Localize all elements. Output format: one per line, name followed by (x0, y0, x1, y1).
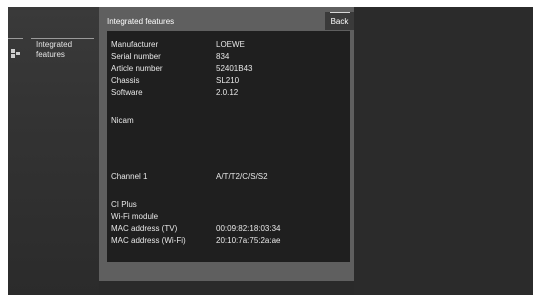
back-button[interactable]: Back (325, 12, 354, 30)
info-key: Serial number (111, 52, 161, 61)
info-key: Manufacturer (111, 40, 159, 49)
panel-title: Integrated features (107, 17, 175, 26)
info-key: CI Plus (111, 200, 137, 209)
info-value: 834 (216, 52, 230, 61)
info-key: MAC address (TV) (111, 224, 178, 233)
integrated-features-panel: Integrated features Back Manufacturer LO… (99, 7, 354, 281)
sidebar-divider (31, 38, 94, 39)
info-key: Article number (111, 64, 163, 73)
list-icon (11, 49, 27, 59)
background-fill (354, 7, 533, 295)
sidebar-divider-left (8, 38, 23, 39)
sidebar-item-integrated-features[interactable]: Integrated features (36, 40, 98, 60)
info-key: Wi-Fi module (111, 212, 159, 221)
info-value: 20:10:7a:75:2a:ae (216, 236, 281, 245)
info-key: Channel 1 (111, 172, 148, 181)
back-button-label: Back (330, 17, 349, 26)
sidebar-item-label-line1: Integrated (36, 40, 73, 49)
info-key: MAC address (Wi-Fi) (111, 236, 186, 245)
info-value: 2.0.12 (216, 88, 239, 97)
screen: Integrated features Integrated features … (0, 0, 533, 302)
info-value: LOEWE (216, 40, 245, 49)
tv-menu-area: Integrated features Integrated features … (8, 7, 533, 295)
info-key: Chassis (111, 76, 140, 85)
info-value: 52401B43 (216, 64, 253, 73)
info-key: Nicam (111, 116, 134, 125)
info-value: 00:09:82:18:03:34 (216, 224, 281, 233)
sidebar-item-label-line2: features (36, 50, 65, 59)
info-value: SL210 (216, 76, 240, 85)
info-value: A/T/T2/C/S/S2 (216, 172, 268, 181)
back-button-indicator (330, 12, 350, 13)
info-content: Manufacturer LOEWE Serial number 834 Art… (107, 31, 350, 262)
info-key: Software (111, 88, 143, 97)
sidebar: Integrated features (8, 7, 99, 295)
